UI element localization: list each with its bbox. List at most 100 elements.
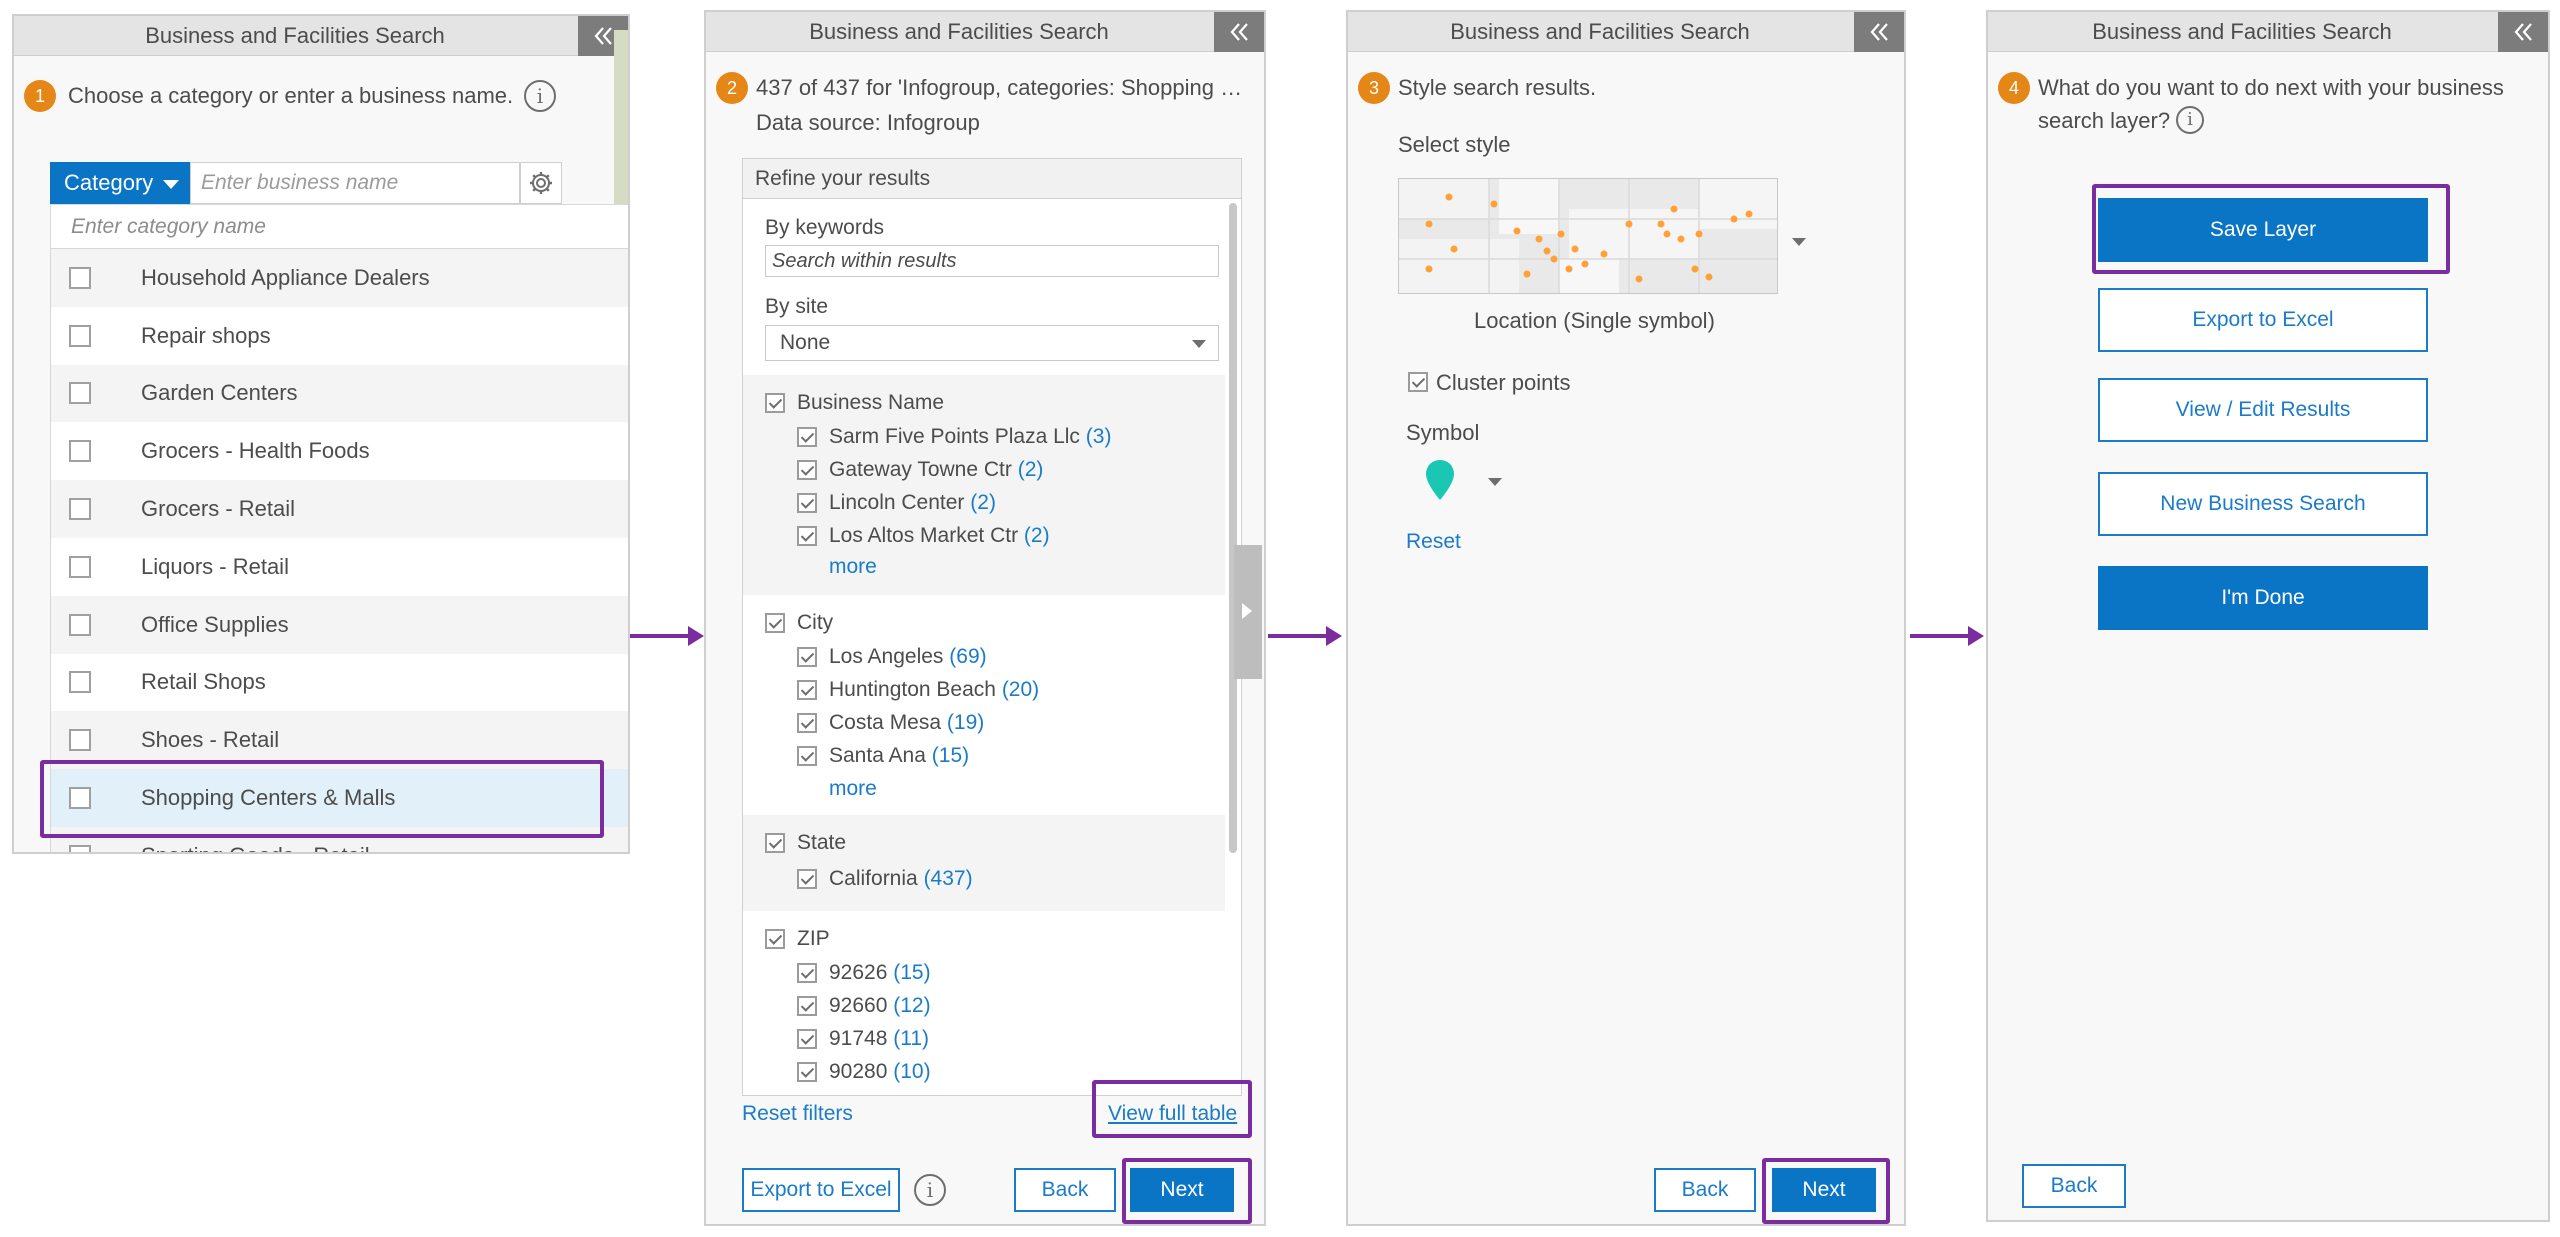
back-button[interactable]: Back <box>1014 1168 1116 1212</box>
scrollbar[interactable] <box>1229 203 1237 853</box>
item-checkbox[interactable] <box>797 1062 817 1082</box>
item-checkbox[interactable] <box>797 713 817 733</box>
next-button[interactable]: Next <box>1772 1168 1876 1212</box>
item-checkbox[interactable] <box>797 526 817 546</box>
cluster-points-checkbox[interactable] <box>1408 372 1428 392</box>
reset-filters-link[interactable]: Reset filters <box>742 1102 853 1126</box>
group-checkbox[interactable] <box>765 393 785 413</box>
category-search-input[interactable]: Enter category name <box>51 205 628 249</box>
collapse-button[interactable] <box>1214 12 1264 52</box>
list-item[interactable]: Grocers - Retail <box>51 480 628 538</box>
location-point <box>1490 200 1498 208</box>
gear-icon <box>530 172 552 194</box>
back-button[interactable]: Back <box>2022 1164 2126 1208</box>
item-count: (12) <box>893 994 931 1017</box>
export-excel-button[interactable]: Export to Excel <box>2098 288 2428 352</box>
checkbox[interactable] <box>69 324 91 347</box>
category-label: Grocers - Retail <box>141 496 296 522</box>
item-name: Santa Ana <box>829 744 926 767</box>
location-point <box>1523 270 1531 278</box>
checkbox[interactable] <box>69 498 91 521</box>
location-point <box>1705 273 1713 281</box>
list-item[interactable]: Household Appliance Dealers <box>51 249 628 307</box>
step-badge: 2 <box>716 72 748 104</box>
checkbox[interactable] <box>69 729 91 752</box>
filter-item: Sarm Five Points Plaza Llc (3) <box>829 425 1111 449</box>
more-link[interactable]: more <box>829 555 877 579</box>
item-checkbox[interactable] <box>797 963 817 983</box>
checkbox[interactable] <box>69 844 91 852</box>
item-count: (3) <box>1085 425 1112 448</box>
settings-button[interactable] <box>520 162 562 204</box>
list-item[interactable]: Office Supplies <box>51 595 628 654</box>
caret-down-icon[interactable] <box>1792 238 1806 246</box>
group-checkbox[interactable] <box>765 833 785 853</box>
item-checkbox[interactable] <box>797 869 817 889</box>
reset-link[interactable]: Reset <box>1406 530 1461 554</box>
panel-title: Business and Facilities Search <box>145 23 445 48</box>
keyword-search-input[interactable]: Search within results <box>765 245 1219 277</box>
item-count: (20) <box>1001 678 1040 701</box>
list-item[interactable]: Garden Centers <box>51 364 628 423</box>
back-button[interactable]: Back <box>1654 1168 1756 1212</box>
site-select[interactable]: None <box>765 325 1219 361</box>
item-count: (2) <box>1023 524 1050 547</box>
style-thumbnail[interactable] <box>1398 178 1778 294</box>
export-excel-button[interactable]: Export to Excel <box>742 1168 900 1212</box>
expand-side-tab[interactable] <box>1234 545 1262 679</box>
location-point <box>1543 247 1551 255</box>
info-icon[interactable]: i <box>914 1174 946 1206</box>
done-button[interactable]: I'm Done <box>2098 566 2428 630</box>
checkbox[interactable] <box>69 555 91 578</box>
checkbox[interactable] <box>69 671 91 694</box>
business-name-input[interactable]: Enter business name <box>190 162 520 204</box>
checkbox[interactable] <box>69 613 91 636</box>
checkbox[interactable] <box>69 440 91 463</box>
info-icon[interactable]: i <box>524 80 556 112</box>
category-dropdown-button[interactable]: Category <box>50 162 190 204</box>
item-count: (19) <box>946 711 985 734</box>
map-thumbnail <box>1399 179 1777 293</box>
caret-down-icon[interactable] <box>1488 478 1502 486</box>
next-button[interactable]: Next <box>1130 1168 1234 1212</box>
list-item[interactable]: Sporting Goods - Retail <box>51 826 628 852</box>
new-business-search-button[interactable]: New Business Search <box>2098 472 2428 536</box>
list-item[interactable]: Liquors - Retail <box>51 538 628 596</box>
checkbox[interactable] <box>69 787 91 810</box>
site-label: By site <box>765 295 829 318</box>
style-name: Location (Single symbol) <box>1474 308 1715 333</box>
list-item[interactable]: Repair shops <box>51 307 628 365</box>
item-checkbox[interactable] <box>797 746 817 766</box>
checkbox[interactable] <box>69 266 91 289</box>
item-checkbox[interactable] <box>797 427 817 447</box>
list-item[interactable]: Retail Shops <box>51 654 628 712</box>
save-layer-button[interactable]: Save Layer <box>2098 198 2428 262</box>
group-checkbox[interactable] <box>765 613 785 633</box>
item-count: (2) <box>1017 458 1044 481</box>
collapse-button[interactable] <box>1854 12 1904 52</box>
item-checkbox[interactable] <box>797 647 817 667</box>
item-checkbox[interactable] <box>797 1029 817 1049</box>
item-checkbox[interactable] <box>797 460 817 480</box>
location-point <box>1663 230 1671 238</box>
list-item[interactable]: Shoes - Retail <box>51 711 628 770</box>
site-select-value: None <box>780 331 831 354</box>
filter-item: 92660 (12) <box>829 994 931 1018</box>
more-link[interactable]: more <box>829 777 877 801</box>
filter-item: Lincoln Center (2) <box>829 491 996 515</box>
category-button-label: Category <box>64 170 154 195</box>
view-edit-results-button[interactable]: View / Edit Results <box>2098 378 2428 442</box>
info-icon[interactable]: i <box>2176 106 2204 134</box>
group-checkbox[interactable] <box>765 929 785 949</box>
panel-choose-category: Business and Facilities Search 1 Choose … <box>12 14 630 854</box>
map-pin-icon[interactable] <box>1426 460 1454 500</box>
list-item-selected[interactable]: Shopping Centers & Malls <box>51 769 628 827</box>
item-checkbox[interactable] <box>797 996 817 1016</box>
checkbox[interactable] <box>69 382 91 405</box>
list-item[interactable]: Grocers - Health Foods <box>51 422 628 480</box>
item-name: 91748 <box>829 1027 888 1050</box>
item-checkbox[interactable] <box>797 680 817 700</box>
view-full-table-link[interactable]: View full table <box>1108 1102 1237 1126</box>
item-checkbox[interactable] <box>797 493 817 513</box>
collapse-button[interactable] <box>2498 12 2548 52</box>
